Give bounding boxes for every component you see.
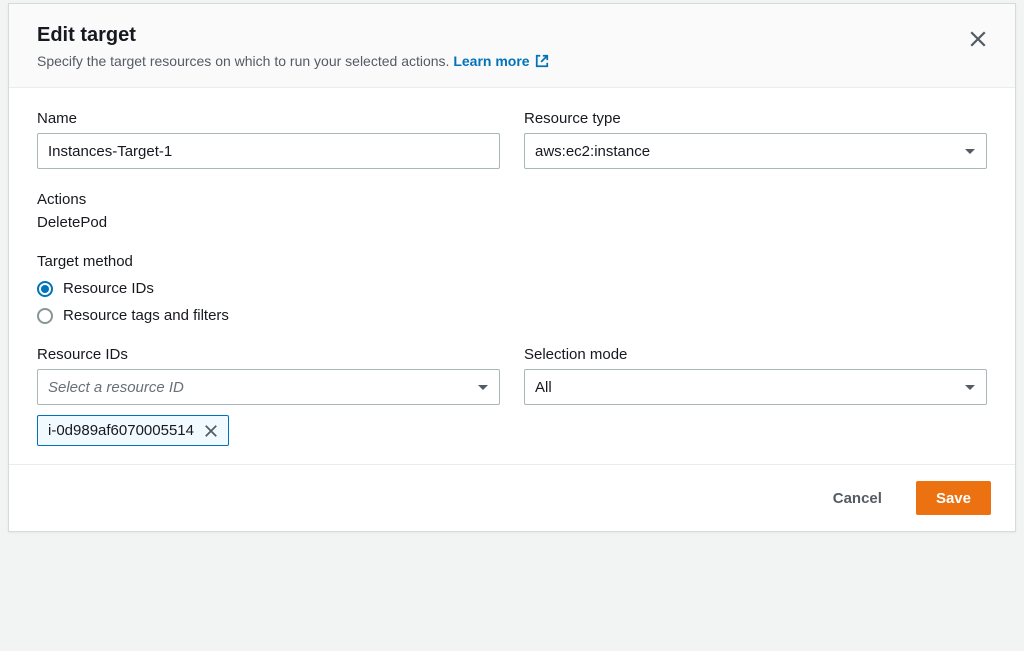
radio-button-checked	[37, 281, 53, 297]
modal-header: Edit target Specify the target resources…	[9, 4, 1015, 88]
modal-body: Name Resource type aws:ec2:instance Acti…	[9, 88, 1015, 464]
name-field: Name	[37, 110, 500, 169]
actions-field: Actions DeletePod	[37, 191, 987, 231]
resource-type-select[interactable]: aws:ec2:instance	[524, 133, 987, 169]
selection-mode-value: All	[535, 379, 552, 396]
modal-description: Specify the target resources on which to…	[37, 53, 987, 69]
actions-value: DeletePod	[37, 214, 987, 231]
close-icon	[969, 30, 987, 48]
external-link-icon	[535, 54, 549, 68]
resource-type-value: aws:ec2:instance	[535, 143, 650, 160]
radio-button-unchecked	[37, 308, 53, 324]
selection-mode-label: Selection mode	[524, 346, 987, 363]
resource-type-label: Resource type	[524, 110, 987, 127]
name-label: Name	[37, 110, 500, 127]
resource-ids-label: Resource IDs	[37, 346, 500, 363]
actions-label: Actions	[37, 191, 987, 208]
modal-footer: Cancel Save	[9, 464, 1015, 531]
modal-title: Edit target	[37, 24, 987, 47]
radio-label-resource-tags: Resource tags and filters	[63, 307, 229, 324]
description-text: Specify the target resources on which to…	[37, 53, 449, 69]
close-icon	[204, 424, 218, 438]
radio-resource-tags[interactable]: Resource tags and filters	[37, 307, 987, 324]
name-input[interactable]	[37, 133, 500, 169]
chevron-down-icon	[477, 379, 489, 396]
chevron-down-icon	[964, 143, 976, 160]
resource-id-token-text: i-0d989af6070005514	[48, 422, 194, 439]
token-remove-button[interactable]	[204, 424, 218, 438]
learn-more-link[interactable]: Learn more	[453, 53, 549, 69]
radio-resource-ids[interactable]: Resource IDs	[37, 280, 987, 297]
save-button[interactable]: Save	[916, 481, 991, 515]
radio-label-resource-ids: Resource IDs	[63, 280, 154, 297]
cancel-button[interactable]: Cancel	[813, 481, 902, 515]
resource-ids-placeholder: Select a resource ID	[48, 379, 184, 396]
edit-target-modal: Edit target Specify the target resources…	[8, 3, 1016, 532]
resource-ids-select[interactable]: Select a resource ID	[37, 369, 500, 405]
resource-id-token: i-0d989af6070005514	[37, 415, 229, 446]
selection-mode-select[interactable]: All	[524, 369, 987, 405]
close-button[interactable]	[965, 26, 991, 55]
chevron-down-icon	[964, 379, 976, 396]
selection-mode-field: Selection mode All	[524, 346, 987, 446]
target-method-field: Target method Resource IDs Resource tags…	[37, 253, 987, 324]
resource-type-field: Resource type aws:ec2:instance	[524, 110, 987, 169]
target-method-label: Target method	[37, 253, 987, 270]
resource-ids-field: Resource IDs Select a resource ID i-0d98…	[37, 346, 500, 446]
